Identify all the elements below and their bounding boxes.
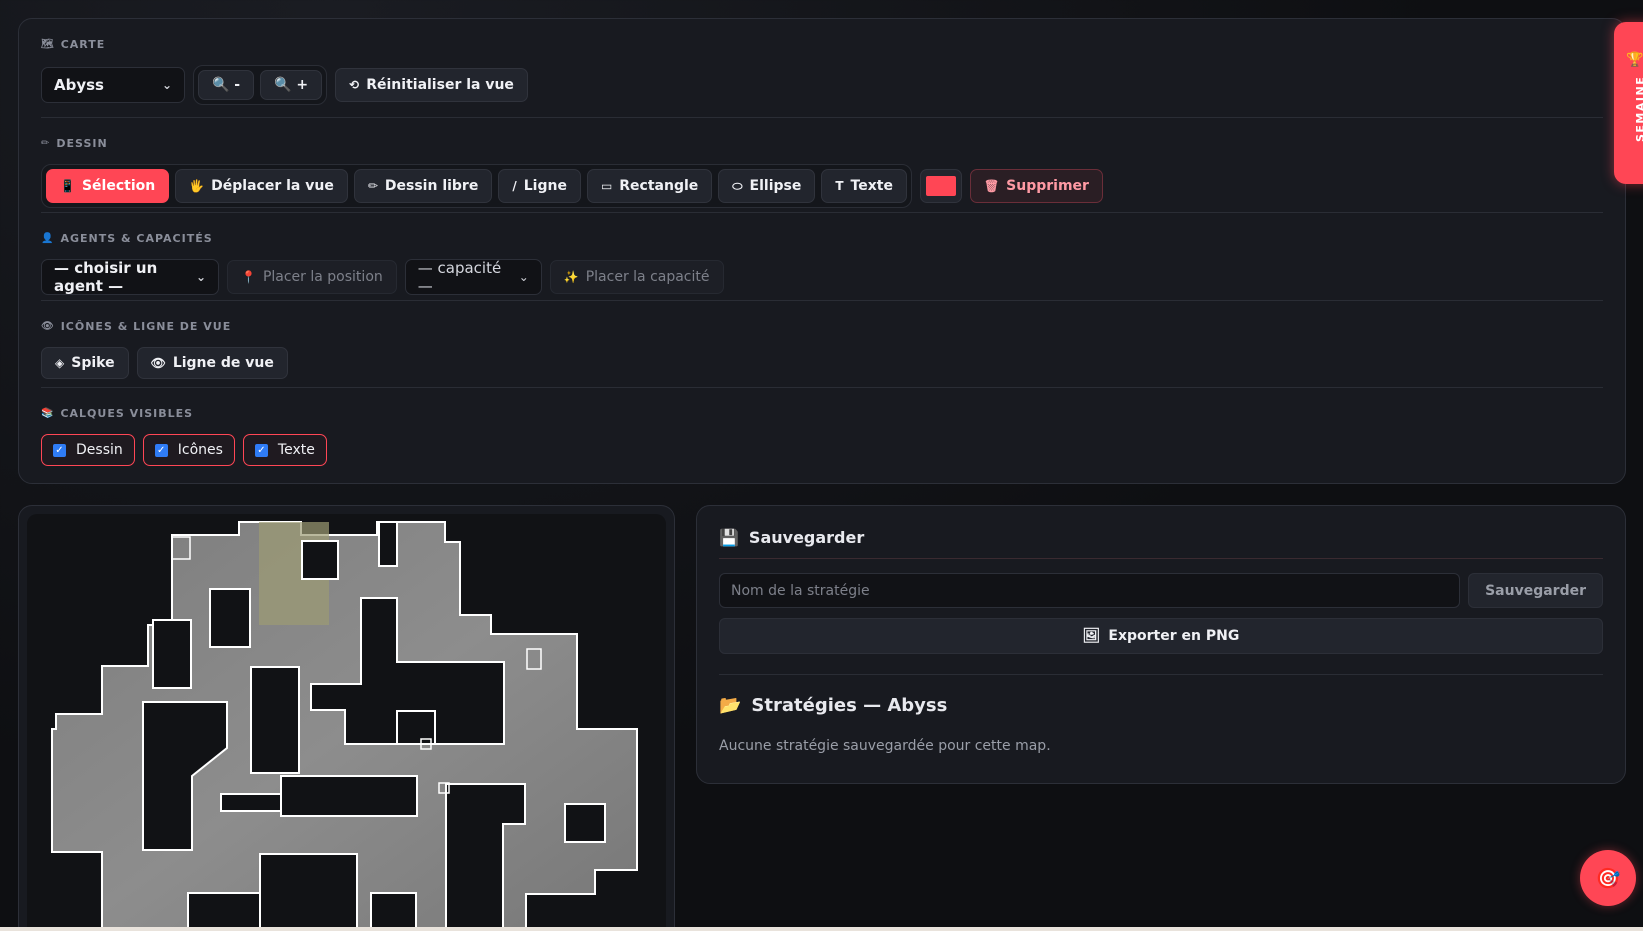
section-calques: 📚 CALQUES VISIBLES ✓ Dessin ✓ Icônes ✓ Texte <box>41 388 1603 487</box>
pencil-icon: ✏ <box>41 137 51 149</box>
tool-dessin-libre-button[interactable]: ✏ Dessin libre <box>353 169 493 203</box>
layers-icon: 📚 <box>41 407 55 419</box>
reset-icon: ⟲ <box>349 78 360 92</box>
section-title-carte: CARTE <box>60 37 106 51</box>
save-panel: 💾 Sauvegarder Nom de la stratégie Sauveg… <box>696 505 1626 784</box>
strategies-title: Stratégies — Abyss <box>751 695 948 716</box>
color-swatch <box>925 176 956 196</box>
target-fab-button[interactable]: 🎯 <box>1580 850 1636 906</box>
eye-icon: 👁 <box>150 356 166 370</box>
map-select[interactable]: Abyss ⌄ <box>41 67 185 103</box>
layer-toggle[interactable]: ✓ Icônes <box>142 434 235 466</box>
section-title-icones: ICÔNES & LIGNE DE VUE <box>60 319 232 333</box>
section-title-calques: CALQUES VISIBLES <box>60 406 194 420</box>
ability-select[interactable]: — capacité — ⌄ <box>404 259 542 295</box>
tool-rectangle-button[interactable]: ▭ Rectangle <box>586 169 713 203</box>
section-carte: 🗺 CARTE Abyss ⌄ 🔍 - 🔍 + ⟲ Réinitialiser … <box>41 19 1603 118</box>
bottom-edge-bar <box>0 927 1643 931</box>
tool-icon: ⬭ <box>732 178 743 193</box>
save-title: Sauvegarder <box>748 527 865 547</box>
section-dessin: ✏ DESSIN 📱 Sélection 🖐 Déplacer la vue ✏ Dess… <box>41 118 1603 213</box>
divider <box>719 674 1603 675</box>
trash-icon: 🗑 <box>983 179 1000 193</box>
tool-ellipse-button[interactable]: ⬭ Ellipse <box>718 169 816 203</box>
strategies-empty-text: Aucune stratégie sauvegardée pour cette … <box>719 738 1051 754</box>
drawing-tools-group: 📱 Sélection 🖐 Déplacer la vue ✏ Dessin libre /… <box>41 164 912 208</box>
save-button[interactable]: Sauvegarder <box>1468 573 1603 608</box>
spike-button[interactable]: ◈ Spike <box>41 347 129 379</box>
layer-toggle[interactable]: ✓ Texte <box>242 434 327 466</box>
zoom-group: 🔍 - 🔍 + <box>193 65 328 105</box>
map-icon: 🗺 <box>41 38 55 50</box>
section-agents: 👤 AGENTS & CAPACITÉS — choisir un agent … <box>41 213 1603 301</box>
toolbar-panel: 🗺 CARTE Abyss ⌄ 🔍 - 🔍 + ⟲ Réinitialiser … <box>18 18 1626 484</box>
layer-toggle[interactable]: ✓ Dessin <box>41 434 135 466</box>
place-position-button[interactable]: 📍 Placer la position <box>227 260 397 294</box>
tool-icon: 🖐 <box>189 179 205 193</box>
checkbox-checked-icon[interactable]: ✓ <box>53 443 66 457</box>
floppy-disk-icon: 💾 <box>719 527 739 547</box>
tool-sélection-button[interactable]: 📱 Sélection <box>46 169 170 203</box>
trophy-icon: 🏆 <box>1626 52 1643 68</box>
tool-icon: / <box>512 179 517 193</box>
folder-icon: 📂 <box>719 695 742 716</box>
checkbox-checked-icon[interactable]: ✓ <box>254 443 268 457</box>
section-title-agents: AGENTS & CAPACITÉS <box>60 231 213 245</box>
tool-icon: ▭ <box>600 179 613 193</box>
tool-ligne-button[interactable]: / Ligne <box>498 169 581 203</box>
chevron-down-icon: ⌄ <box>195 270 206 284</box>
section-title-dessin: DESSIN <box>56 136 108 150</box>
weekly-tab[interactable]: 🏆 SEMAINE <box>1614 22 1643 184</box>
place-ability-button[interactable]: ✨ Placer la capacité <box>549 260 724 294</box>
weekly-tab-label: SEMAINE <box>1634 75 1643 142</box>
chevron-down-icon: ⌄ <box>161 78 172 92</box>
tool-icon: 📱 <box>60 179 75 193</box>
strategy-name-input[interactable]: Nom de la stratégie <box>719 573 1461 608</box>
map-panel <box>18 505 675 931</box>
checkbox-checked-icon[interactable]: ✓ <box>154 443 168 457</box>
zoom-out-button[interactable]: 🔍 - <box>198 70 255 100</box>
eye-icon: 👁 <box>41 320 55 332</box>
tool-déplacer-la-vue-button[interactable]: 🖐 Déplacer la vue <box>175 169 348 203</box>
tool-texte-button[interactable]: T Texte <box>821 169 907 203</box>
target-icon: 🎯 <box>1595 866 1621 890</box>
tool-icon: ✏ <box>367 179 378 193</box>
pin-icon: 📍 <box>241 270 256 284</box>
chevron-down-icon: ⌄ <box>518 270 529 284</box>
reset-view-button[interactable]: ⟲ Réinitialiser la vue <box>335 68 528 102</box>
image-icon: 🖼 <box>1082 628 1101 644</box>
line-of-sight-button[interactable]: 👁 Ligne de vue <box>136 347 288 379</box>
delete-button[interactable]: 🗑 Supprimer <box>969 169 1103 203</box>
section-icones: 👁 ICÔNES & LIGNE DE VUE ◈ Spike 👁 Ligne … <box>41 301 1603 388</box>
spike-icon: ◈ <box>55 356 65 370</box>
map-canvas[interactable] <box>27 514 666 931</box>
color-picker[interactable] <box>919 169 962 203</box>
agent-icon: 👤 <box>41 232 55 244</box>
export-png-button[interactable]: 🖼 Exporter en PNG <box>719 618 1603 654</box>
sparkles-icon: ✨ <box>563 270 579 284</box>
zoom-in-button[interactable]: 🔍 + <box>260 70 323 100</box>
agent-select[interactable]: — choisir un agent — ⌄ <box>41 259 219 295</box>
abyss-map-image <box>51 521 638 931</box>
tool-icon: T <box>835 179 844 193</box>
